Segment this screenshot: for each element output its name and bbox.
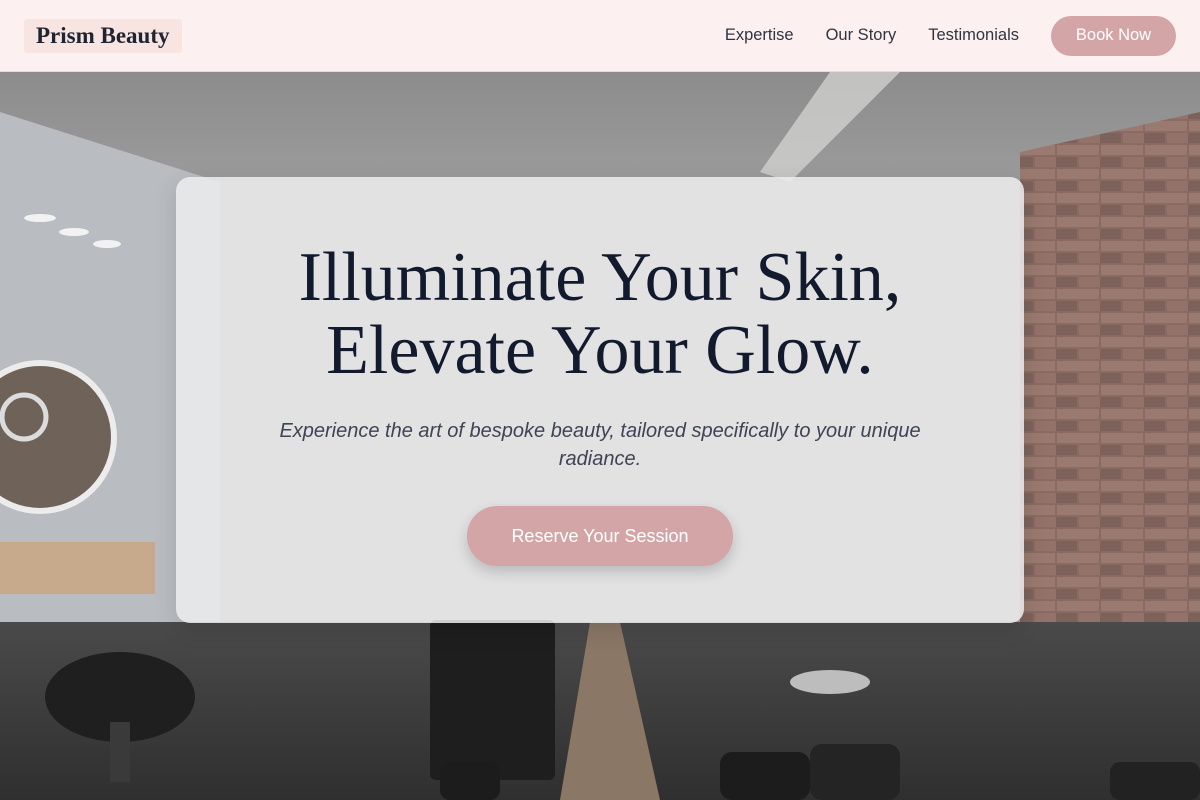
- nav-link-expertise[interactable]: Expertise: [725, 26, 794, 45]
- site-header: Prism Beauty Expertise Our Story Testimo…: [0, 0, 1200, 72]
- nav-link-testimonials[interactable]: Testimonials: [928, 26, 1019, 45]
- brand-logo[interactable]: Prism Beauty: [24, 18, 182, 53]
- hero-title-line-1: Illuminate Your Skin,: [298, 239, 902, 316]
- reserve-session-button[interactable]: Reserve Your Session: [467, 506, 733, 566]
- main-nav: Expertise Our Story Testimonials Book No…: [725, 15, 1176, 56]
- nav-link-our-story[interactable]: Our Story: [826, 26, 897, 45]
- hero-card: Illuminate Your Skin, Elevate Your Glow.…: [176, 177, 1024, 623]
- hero-title-line-2: Elevate Your Glow.: [326, 312, 874, 389]
- hero-title: Illuminate Your Skin, Elevate Your Glow.: [299, 241, 902, 387]
- hero-subtitle: Experience the art of bespoke beauty, ta…: [279, 420, 921, 470]
- book-now-button[interactable]: Book Now: [1051, 15, 1176, 56]
